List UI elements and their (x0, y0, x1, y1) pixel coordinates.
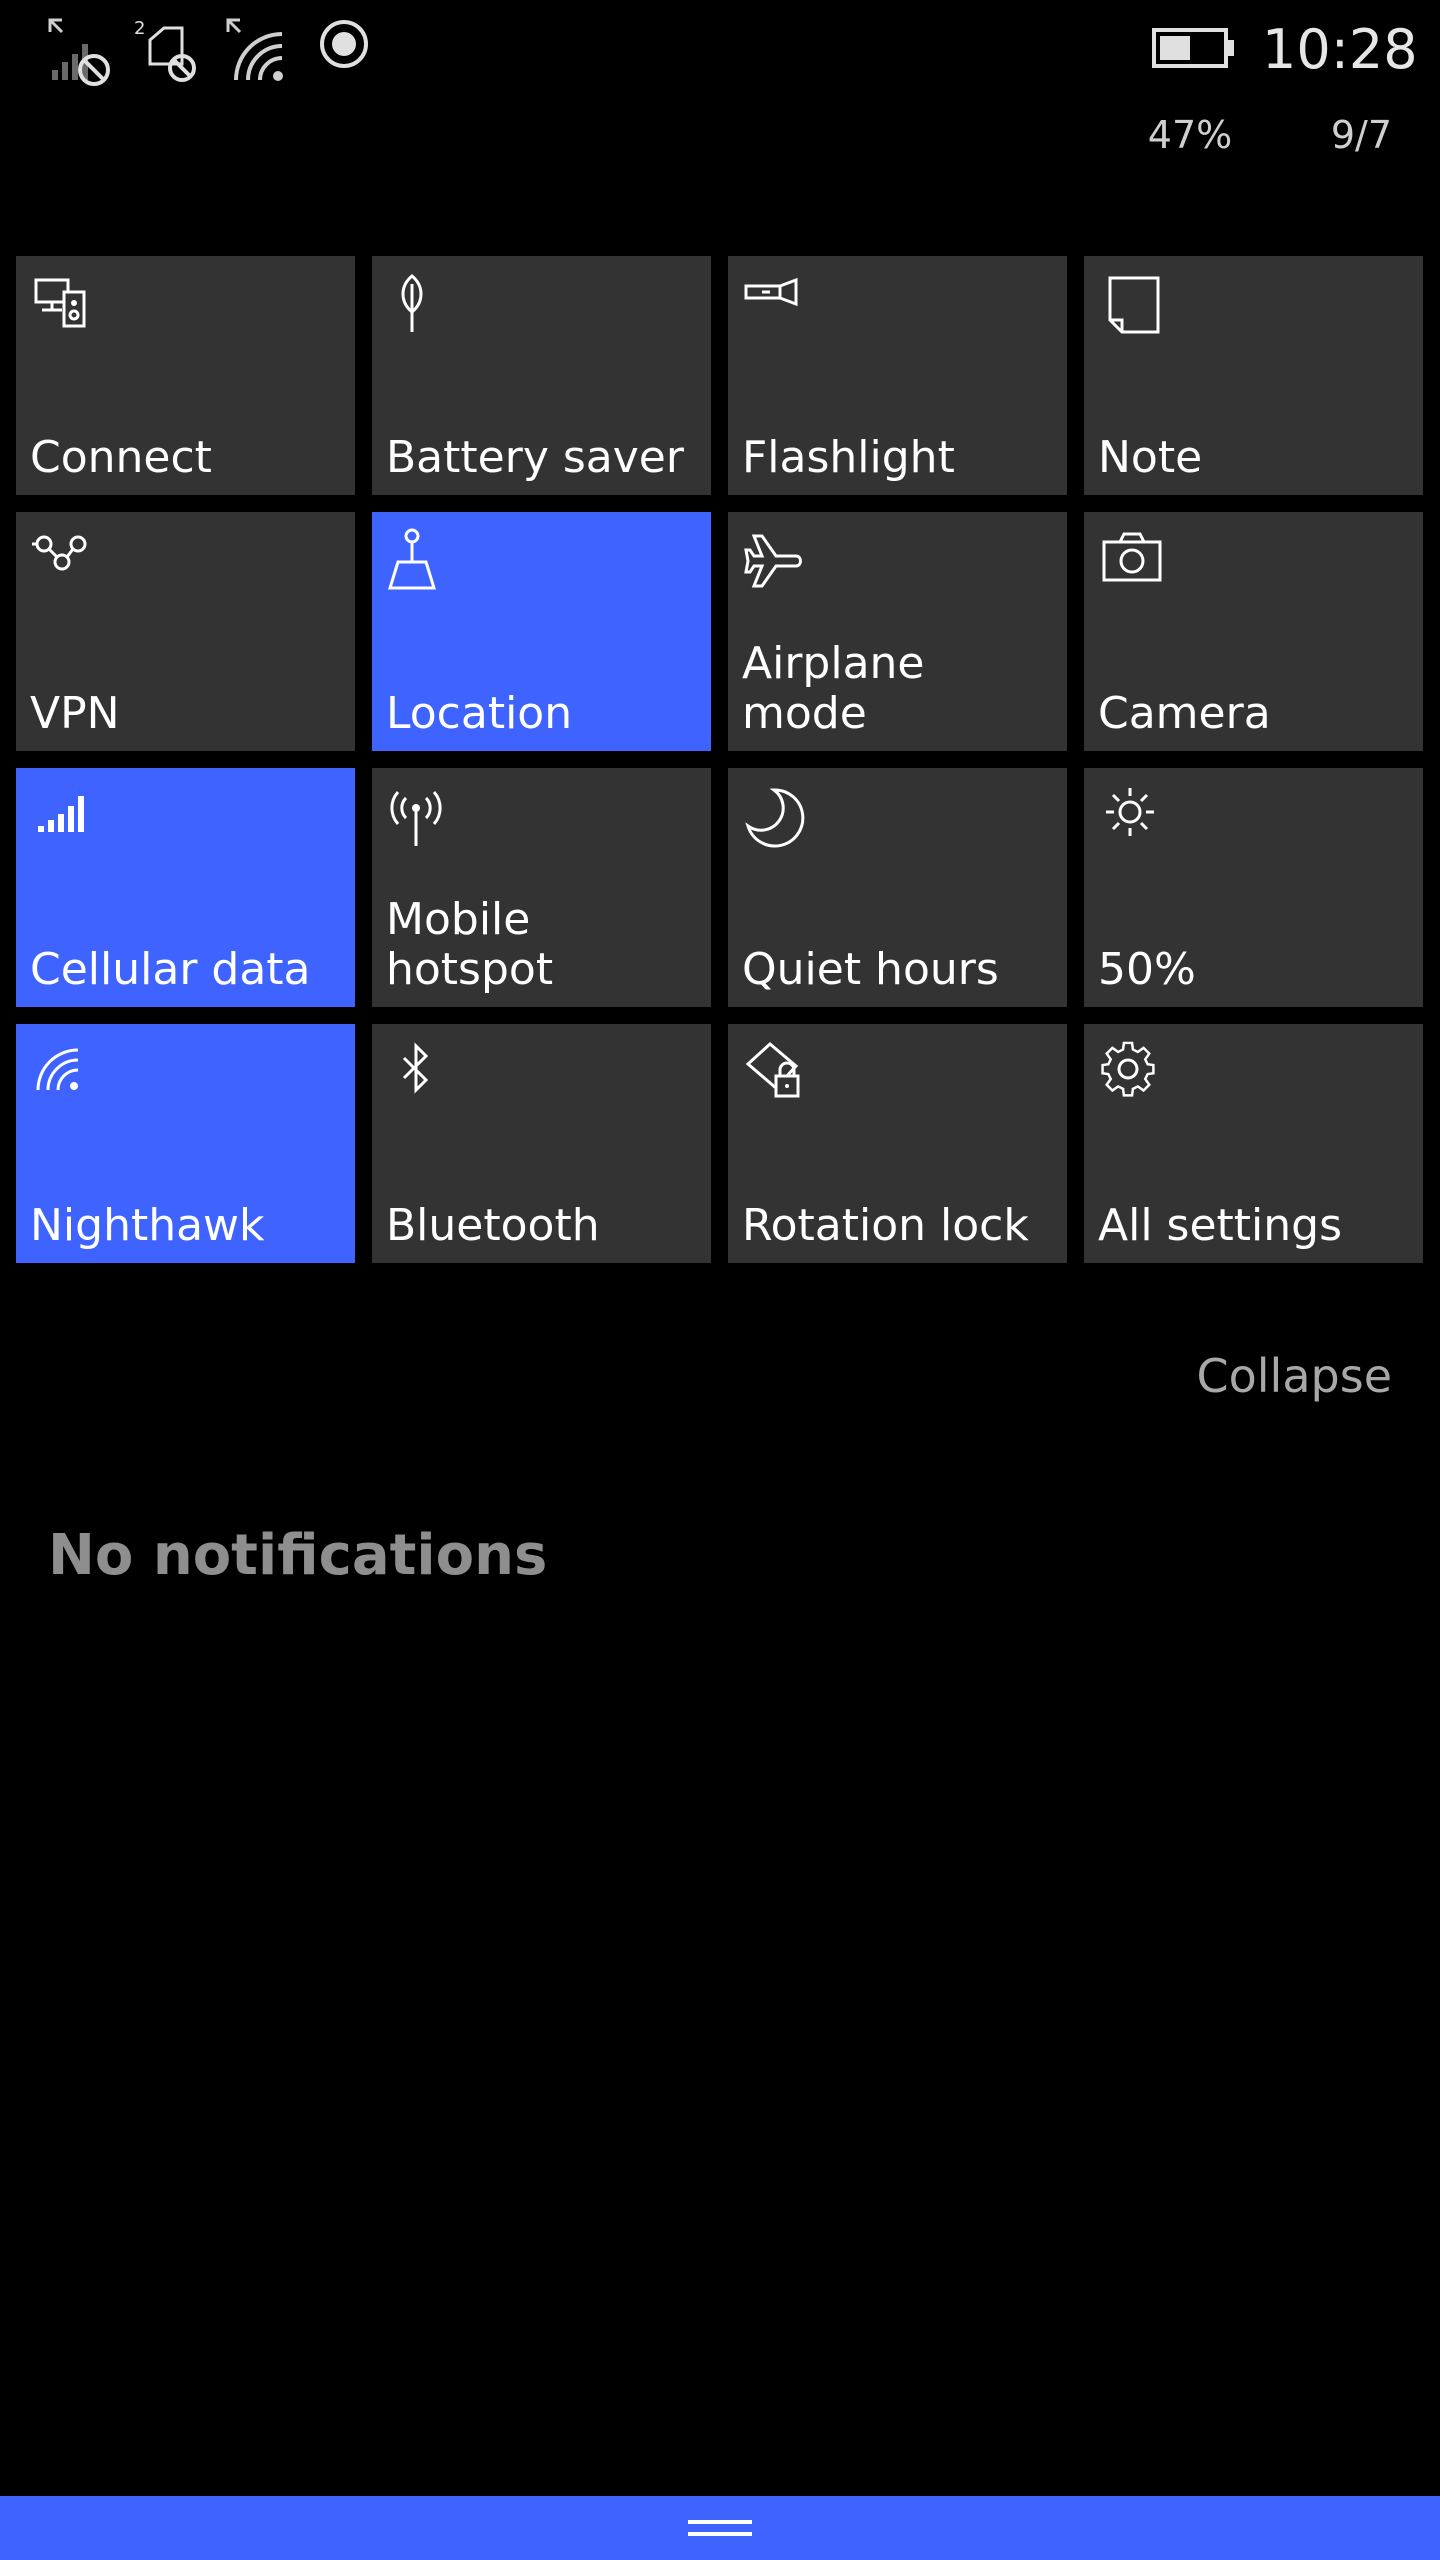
tile-label: Bluetooth (386, 1200, 600, 1251)
tile-label: Flashlight (742, 432, 955, 483)
date: 9/7 (1330, 113, 1392, 157)
quick-action-note[interactable]: Note (1084, 256, 1423, 495)
sim2-blocked-icon: 2 (132, 14, 208, 90)
tile-label: Rotation lock (742, 1200, 1029, 1251)
drag-handle-icon (688, 2516, 752, 2542)
tile-label: Mobile hotspot (386, 894, 554, 995)
tile-label: VPN (30, 688, 120, 739)
quick-action-wifi-nighthawk[interactable]: Nighthawk (16, 1024, 355, 1263)
note-icon (1096, 270, 1168, 342)
tile-label: Quiet hours (742, 944, 999, 995)
wifi-icon (28, 1038, 100, 1110)
battery-saver-icon (384, 270, 456, 342)
quick-action-rotation-lock[interactable]: Rotation lock (728, 1024, 1067, 1263)
wifi-icon (222, 14, 298, 90)
battery-percentage: 47% (1147, 113, 1233, 157)
quick-action-cellular-data[interactable]: Cellular data (16, 768, 355, 1007)
vpn-icon (28, 526, 100, 598)
svg-text:2: 2 (134, 18, 145, 39)
cellular-signal-icon (28, 782, 100, 854)
tile-label: All settings (1098, 1200, 1342, 1251)
tile-label: Connect (30, 432, 212, 483)
clock: 10:28 (1262, 18, 1418, 81)
quick-action-bluetooth[interactable]: Bluetooth (372, 1024, 711, 1263)
empty-notifications-text: No notifications (48, 1523, 548, 1588)
moon-icon (740, 782, 812, 854)
signal-no-sim-icon (44, 14, 120, 90)
tile-label: Battery saver (386, 432, 684, 483)
quick-action-camera[interactable]: Camera (1084, 512, 1423, 751)
quick-action-airplane-mode[interactable]: Airplane mode (728, 512, 1067, 751)
tile-label: 50% (1098, 944, 1196, 995)
bluetooth-icon (384, 1038, 456, 1110)
quick-action-mobile-hotspot[interactable]: Mobile hotspot (372, 768, 711, 1007)
gear-icon (1096, 1038, 1168, 1110)
tile-label: Location (386, 688, 573, 739)
quick-action-quiet-hours[interactable]: Quiet hours (728, 768, 1067, 1007)
quick-action-all-settings[interactable]: All settings (1084, 1024, 1423, 1263)
quick-action-battery-saver[interactable]: Battery saver (372, 256, 711, 495)
flashlight-icon (740, 270, 812, 342)
airplane-icon (740, 526, 812, 598)
quick-action-flashlight[interactable]: Flashlight (728, 256, 1067, 495)
rotation-lock-icon (740, 1038, 812, 1110)
connect-icon (28, 270, 100, 342)
tile-label: Cellular data (30, 944, 311, 995)
action-center-handle[interactable] (0, 2496, 1440, 2560)
location-active-icon (306, 14, 382, 90)
quick-action-brightness[interactable]: 50% (1084, 768, 1423, 1007)
tile-label: Camera (1098, 688, 1271, 739)
tile-label: Note (1098, 432, 1203, 483)
tile-label: Airplane mode (742, 638, 925, 739)
tile-label: Nighthawk (30, 1200, 265, 1251)
quick-action-vpn[interactable]: VPN (16, 512, 355, 751)
quick-actions-grid: Connect Battery saver Flashlight Note VP… (16, 256, 1424, 1263)
location-icon (384, 526, 456, 598)
battery-icon (1152, 26, 1236, 70)
quick-action-connect[interactable]: Connect (16, 256, 355, 495)
brightness-icon (1096, 782, 1168, 854)
collapse-button[interactable]: Collapse (1197, 1346, 1392, 1406)
status-bar: 2 10:28 47% 9/7 (0, 0, 1440, 180)
hotspot-icon (384, 782, 456, 854)
camera-icon (1096, 526, 1168, 598)
quick-action-location[interactable]: Location (372, 512, 711, 751)
